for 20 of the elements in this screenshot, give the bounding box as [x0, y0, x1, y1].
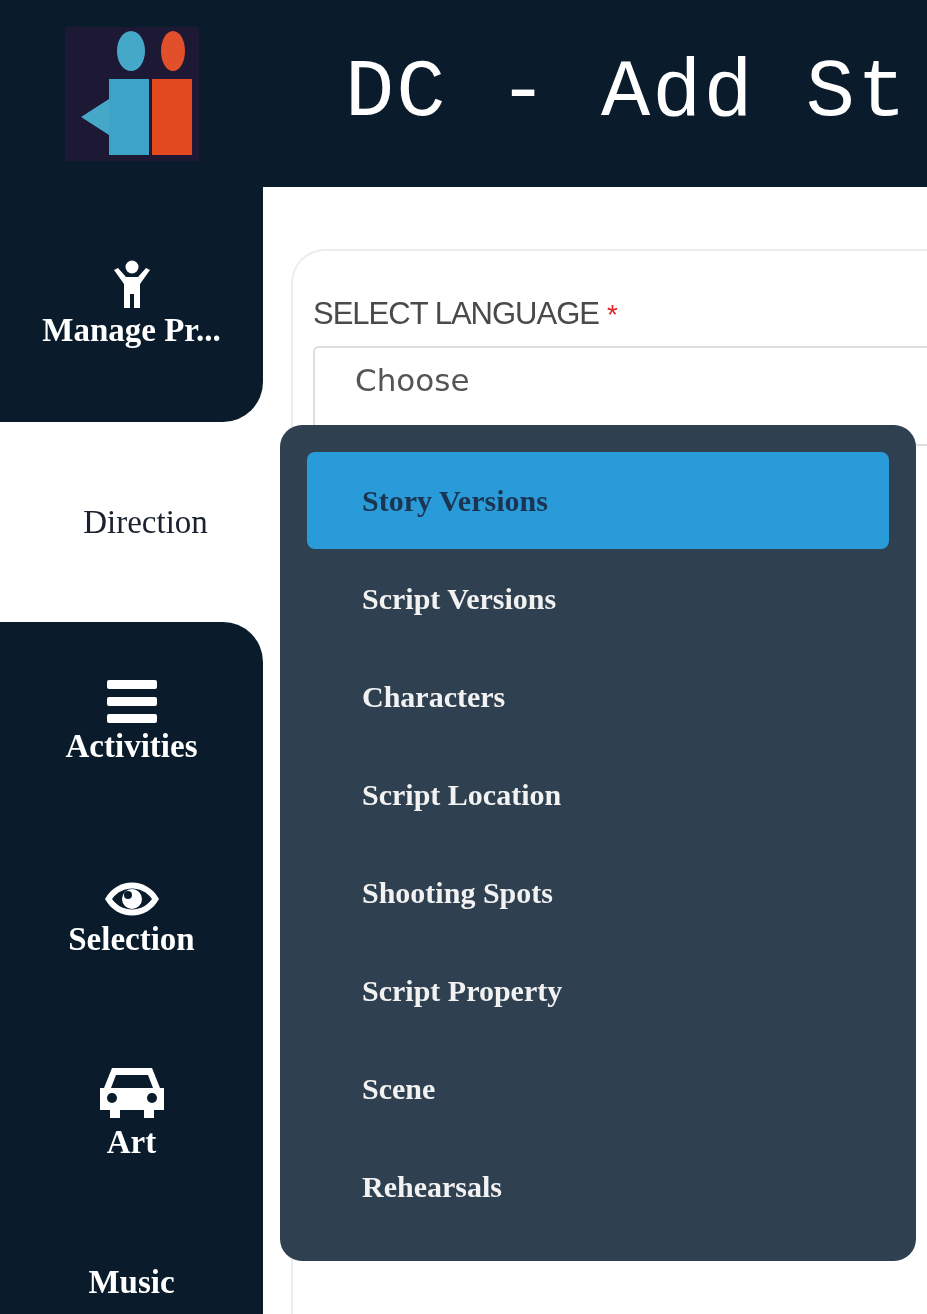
menu-item[interactable]: Script Property	[307, 942, 889, 1039]
menu-item[interactable]: Shooting Spots	[307, 844, 889, 941]
sidebar-item[interactable]: Selection	[0, 822, 263, 1017]
person-icon	[111, 260, 152, 308]
sidebar-item[interactable]: Activities	[0, 622, 263, 822]
menu-item[interactable]: Rehearsals	[307, 1138, 889, 1235]
page-title: DC - Add St	[344, 47, 910, 140]
menu-item[interactable]: Script Location	[307, 746, 889, 843]
eye-icon	[102, 881, 161, 917]
sidebar-item[interactable]: Music	[0, 1207, 263, 1314]
menu-item[interactable]: Scene	[307, 1040, 889, 1137]
sidebar-item[interactable]: Manage Pr...	[0, 187, 263, 422]
logo-icon	[64, 26, 199, 161]
required-mark: *	[606, 299, 618, 331]
menu-item[interactable]: Script Versions	[307, 550, 889, 647]
menu-icon	[106, 679, 157, 724]
sidebar-item[interactable]: Art	[0, 1017, 263, 1207]
field-label: SELECT LANGUAGE	[313, 296, 599, 332]
menu-item[interactable]: Story Versions	[307, 452, 889, 549]
menu-item[interactable]: Characters	[307, 648, 889, 745]
